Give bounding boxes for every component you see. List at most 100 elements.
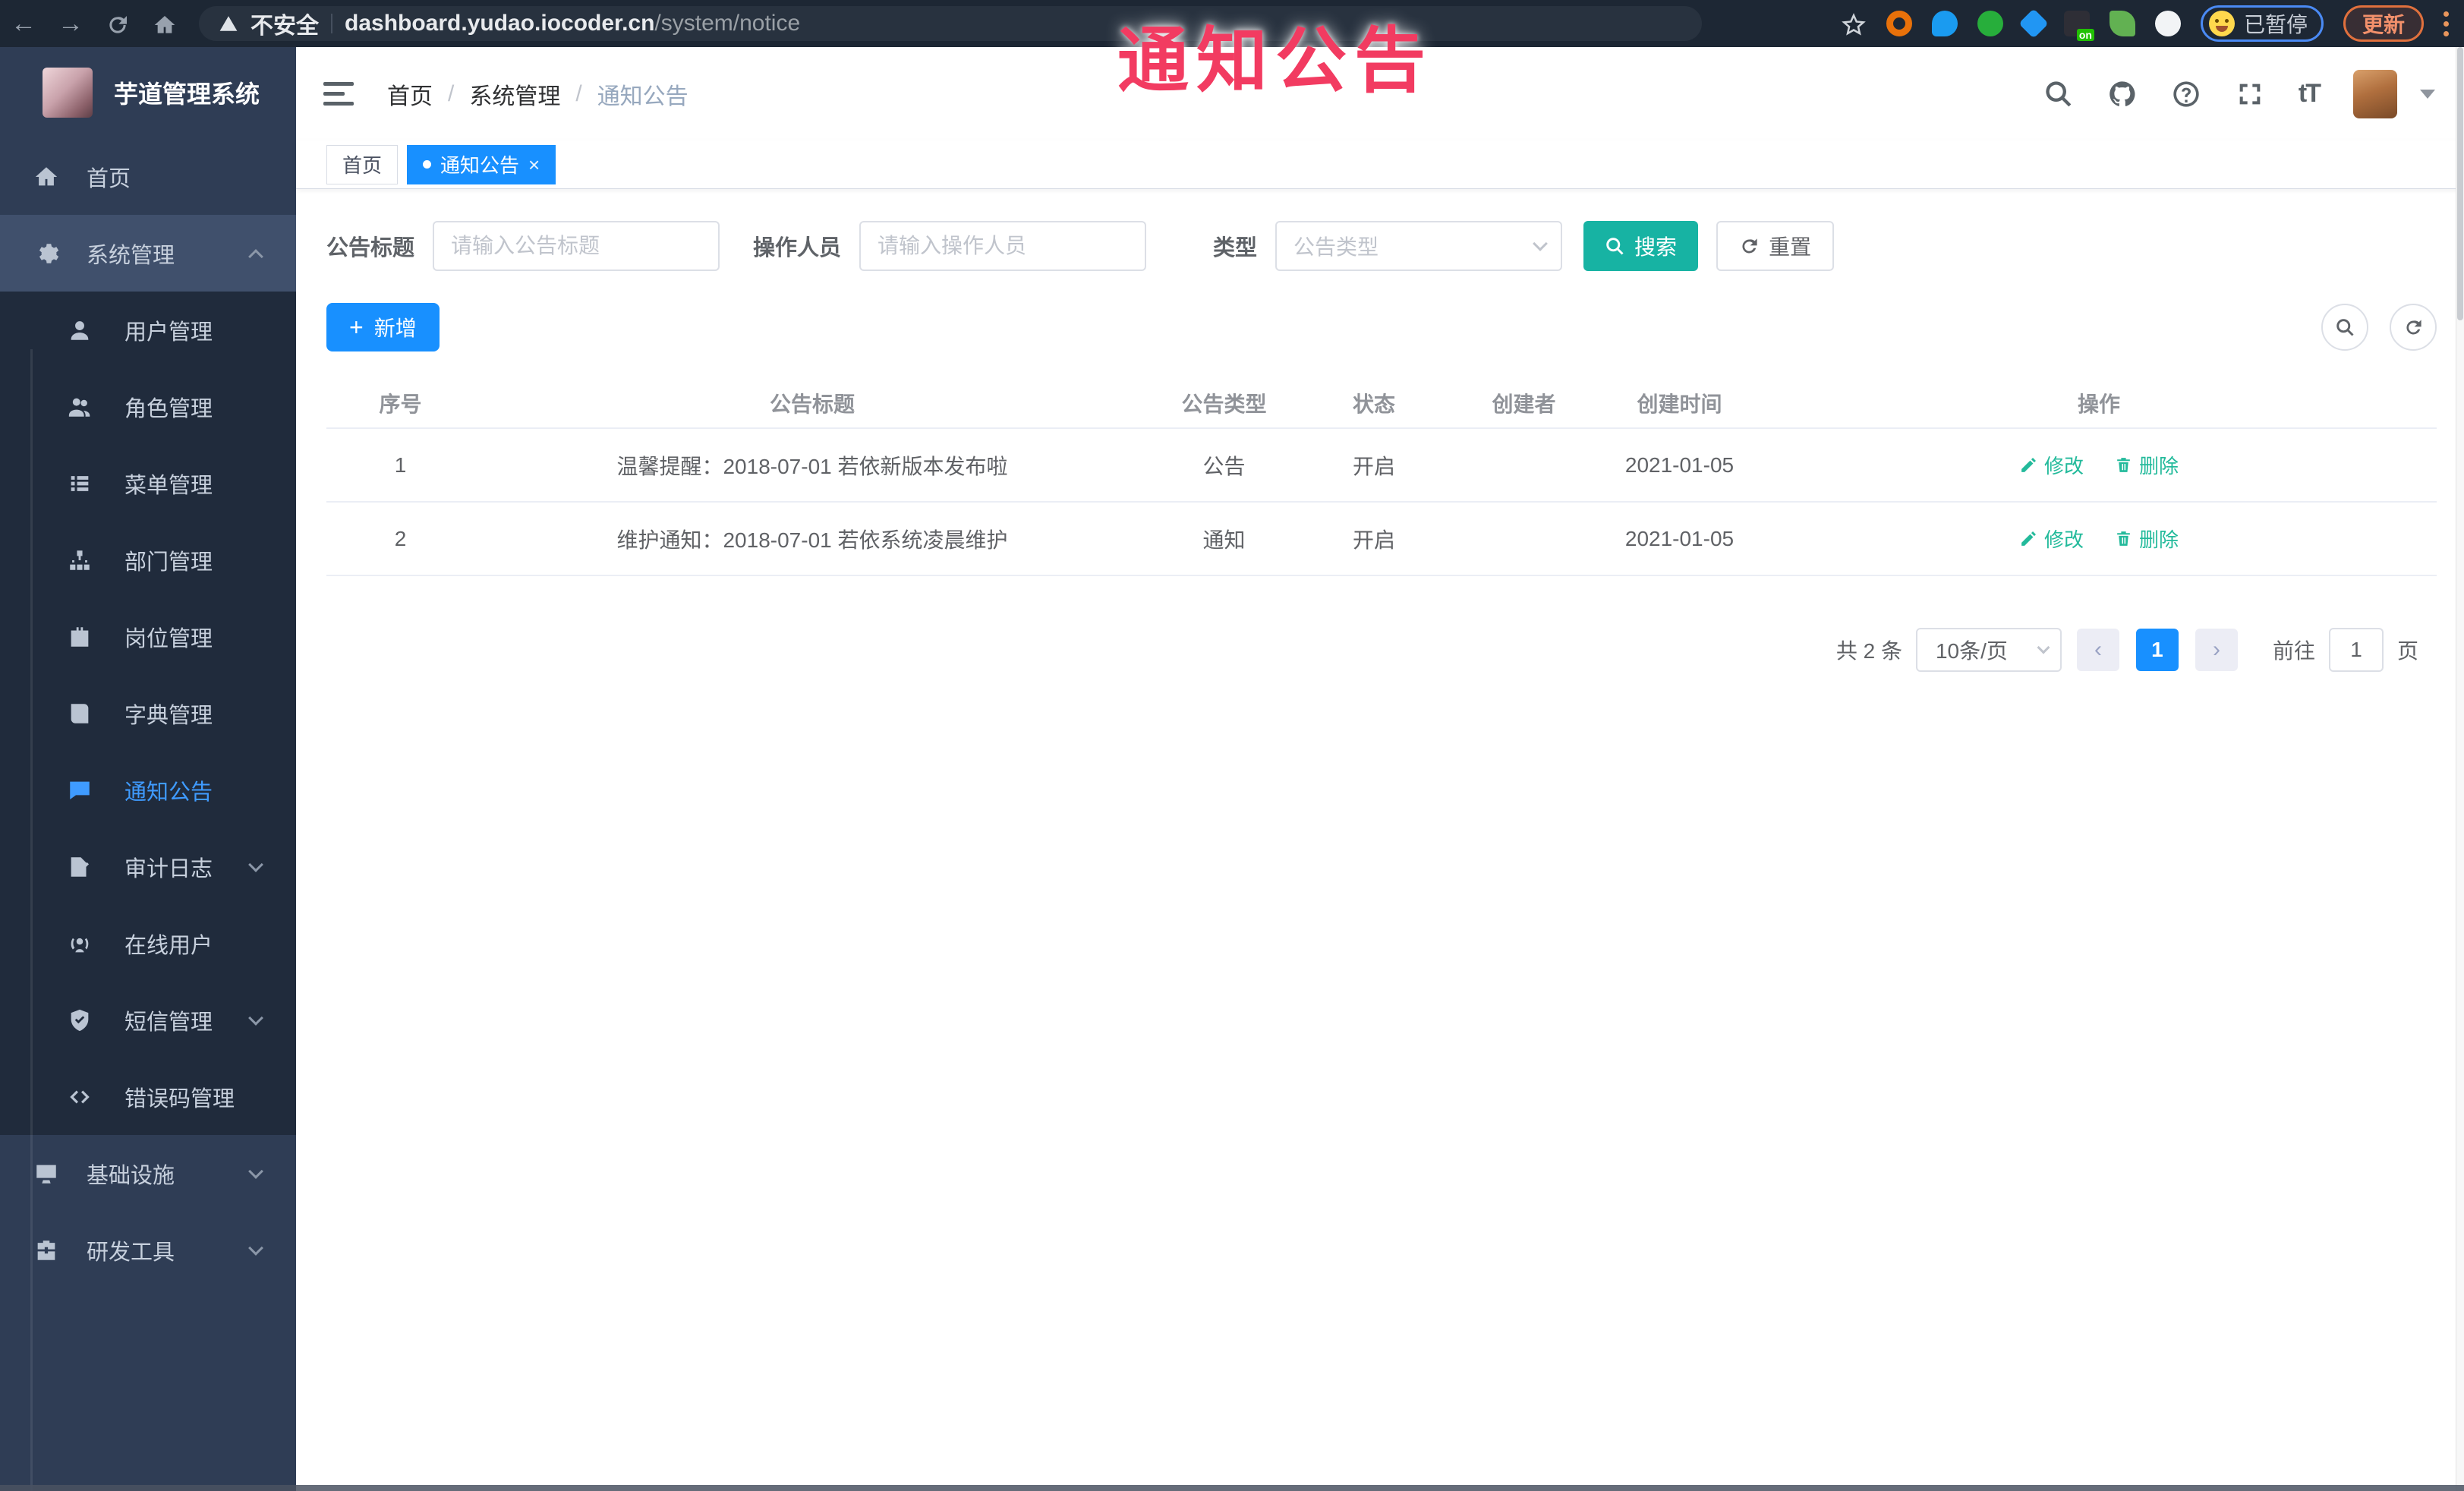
refresh-table-button[interactable] xyxy=(2390,304,2437,351)
reset-button[interactable]: 重置 xyxy=(1716,221,1835,271)
breadcrumb-home[interactable]: 首页 xyxy=(387,77,433,111)
fullscreen-icon[interactable] xyxy=(2235,79,2265,109)
sidebar-item-label: 字典管理 xyxy=(124,703,213,728)
page-size-select[interactable]: 10条/页 xyxy=(1915,628,2062,672)
extension-icon-green[interactable] xyxy=(1977,11,2003,36)
search-icon xyxy=(2335,317,2355,338)
breadcrumb-system[interactable]: 系统管理 xyxy=(469,77,560,111)
address-bar[interactable]: 不安全 dashboard.yudao.iocoder.cn/system/no… xyxy=(199,6,1702,41)
sidebar-item-label: 基础设施 xyxy=(87,1163,175,1188)
toggle-search-button[interactable] xyxy=(2321,304,2368,351)
next-page-button[interactable]: › xyxy=(2195,629,2238,671)
add-button[interactable]: + 新增 xyxy=(326,303,440,351)
font-size-icon[interactable]: tT xyxy=(2299,79,2321,109)
pen-icon xyxy=(2019,529,2038,548)
sidebar-item-devtools[interactable]: 研发工具 xyxy=(0,1212,296,1288)
sidebar-item-online-users[interactable]: 在线用户 xyxy=(0,905,296,982)
sidebar-item-system[interactable]: 系统管理 xyxy=(0,215,296,292)
page-content: 公告标题 操作人员 类型 公告类型 搜索 重置 xyxy=(296,189,2464,1491)
badge-icon xyxy=(67,624,93,650)
extension-icon-gem[interactable] xyxy=(2018,8,2049,39)
bookmark-star-icon[interactable] xyxy=(1841,11,1867,36)
sidebar-collapse-icon[interactable] xyxy=(323,82,354,106)
shield-icon xyxy=(67,1007,93,1033)
browser-profile-chip[interactable]: 已暂停 xyxy=(2200,5,2324,42)
col-header-index: 序号 xyxy=(379,392,422,416)
browser-forward-icon[interactable]: → xyxy=(47,9,94,39)
scrollbar-thumb[interactable] xyxy=(2457,47,2463,320)
pagination: 共 2 条 10条/页 ‹ 1 › 前往 页 xyxy=(326,628,2437,672)
users-icon xyxy=(67,394,93,420)
sidebar-item-depts[interactable]: 部门管理 xyxy=(0,522,296,598)
help-icon[interactable] xyxy=(2171,79,2201,109)
search-icon[interactable] xyxy=(2043,79,2074,109)
goto-page-input[interactable] xyxy=(2328,628,2384,672)
search-button[interactable]: 搜索 xyxy=(1583,221,1699,271)
sidebar-item-notice[interactable]: 通知公告 xyxy=(0,752,296,828)
breadcrumb: 首页 / 系统管理 / 通知公告 xyxy=(387,77,688,111)
notice-type-select[interactable]: 公告类型 xyxy=(1275,221,1563,271)
cell-title: 温馨提醒：2018-07-01 若依新版本发布啦 xyxy=(616,454,1008,478)
sidebar-item-sms[interactable]: 短信管理 xyxy=(0,982,296,1058)
edit-link[interactable]: 修改 xyxy=(2019,525,2084,553)
cell-status: 开启 xyxy=(1352,528,1395,552)
sidebar-item-label: 系统管理 xyxy=(87,243,175,268)
cell-type: 通知 xyxy=(1202,528,1246,552)
url-host: dashboard.yudao.iocoder.cn xyxy=(345,11,655,36)
browser-home-icon[interactable] xyxy=(141,9,188,39)
notice-title-input[interactable] xyxy=(433,221,720,271)
extension-icon-leaf[interactable] xyxy=(2109,11,2135,36)
window-bottom-edge xyxy=(0,1485,2464,1491)
sidebar-item-error-code[interactable]: 错误码管理 xyxy=(0,1058,296,1135)
chevron-down-icon xyxy=(2037,641,2050,654)
browser-update-button[interactable]: 更新 xyxy=(2343,5,2424,42)
chevron-down-icon xyxy=(248,856,263,872)
extension-icon-blue-drop[interactable] xyxy=(1931,11,1958,36)
sidebar: 芋道管理系统 首页 系统管理 用户管理 角色管理 菜单管理 部门管理 岗位管理 … xyxy=(0,47,296,1491)
col-header-created: 创建时间 xyxy=(1637,392,1722,416)
sidebar-item-home[interactable]: 首页 xyxy=(0,138,296,215)
edit-link[interactable]: 修改 xyxy=(2019,451,2084,479)
refresh-icon xyxy=(2403,317,2424,338)
github-icon[interactable] xyxy=(2107,79,2138,109)
sidebar-item-users[interactable]: 用户管理 xyxy=(0,292,296,368)
browser-reload-icon[interactable] xyxy=(94,9,141,39)
edit-label: 修改 xyxy=(2043,455,2084,478)
delete-link[interactable]: 删除 xyxy=(2114,525,2179,553)
col-header-creator: 创建者 xyxy=(1492,392,1556,416)
overlay-page-title: 通知公告 xyxy=(1117,20,1434,100)
sidebar-item-menus[interactable]: 菜单管理 xyxy=(0,445,296,522)
sidebar-item-dict[interactable]: 字典管理 xyxy=(0,675,296,752)
close-icon[interactable]: × xyxy=(528,155,540,175)
extension-icon-orange[interactable] xyxy=(1886,11,1912,36)
chat-icon xyxy=(67,777,93,803)
page-unit-label: 页 xyxy=(2396,639,2418,663)
sidebar-item-infra[interactable]: 基础设施 xyxy=(0,1135,296,1212)
avatar-caret-icon[interactable] xyxy=(2420,89,2435,99)
filter-title-label: 公告标题 xyxy=(326,236,415,260)
page-number-button[interactable]: 1 xyxy=(2135,629,2179,671)
scrollbar[interactable] xyxy=(2456,47,2464,1491)
extension-icon-light[interactable] xyxy=(2154,11,2181,36)
sidebar-item-roles[interactable]: 角色管理 xyxy=(0,368,296,445)
browser-back-icon[interactable]: ← xyxy=(0,9,47,39)
prev-page-button[interactable]: ‹ xyxy=(2076,629,2119,671)
avatar[interactable] xyxy=(2353,69,2397,118)
delete-label: 删除 xyxy=(2139,455,2179,478)
sidebar-item-posts[interactable]: 岗位管理 xyxy=(0,598,296,675)
extension-on-badge: on xyxy=(2076,29,2094,41)
delete-link[interactable]: 删除 xyxy=(2114,451,2179,479)
sidebar-item-label: 首页 xyxy=(87,166,131,191)
operator-input[interactable] xyxy=(859,221,1147,271)
extension-icon-switch[interactable]: on xyxy=(2063,11,2094,41)
sidebar-logo-row[interactable]: 芋道管理系统 xyxy=(0,47,296,138)
tab-notice[interactable]: 通知公告 × xyxy=(407,144,556,184)
sidebar-item-audit-log[interactable]: 审计日志 xyxy=(0,828,296,905)
browser-menu-icon[interactable] xyxy=(2444,11,2449,36)
home-icon xyxy=(33,164,59,190)
cell-created: 2021-01-05 xyxy=(1624,452,1735,477)
sidebar-item-label: 用户管理 xyxy=(124,320,213,345)
app-logo xyxy=(43,68,93,118)
tab-home[interactable]: 首页 xyxy=(326,144,399,184)
org-icon xyxy=(67,547,93,573)
